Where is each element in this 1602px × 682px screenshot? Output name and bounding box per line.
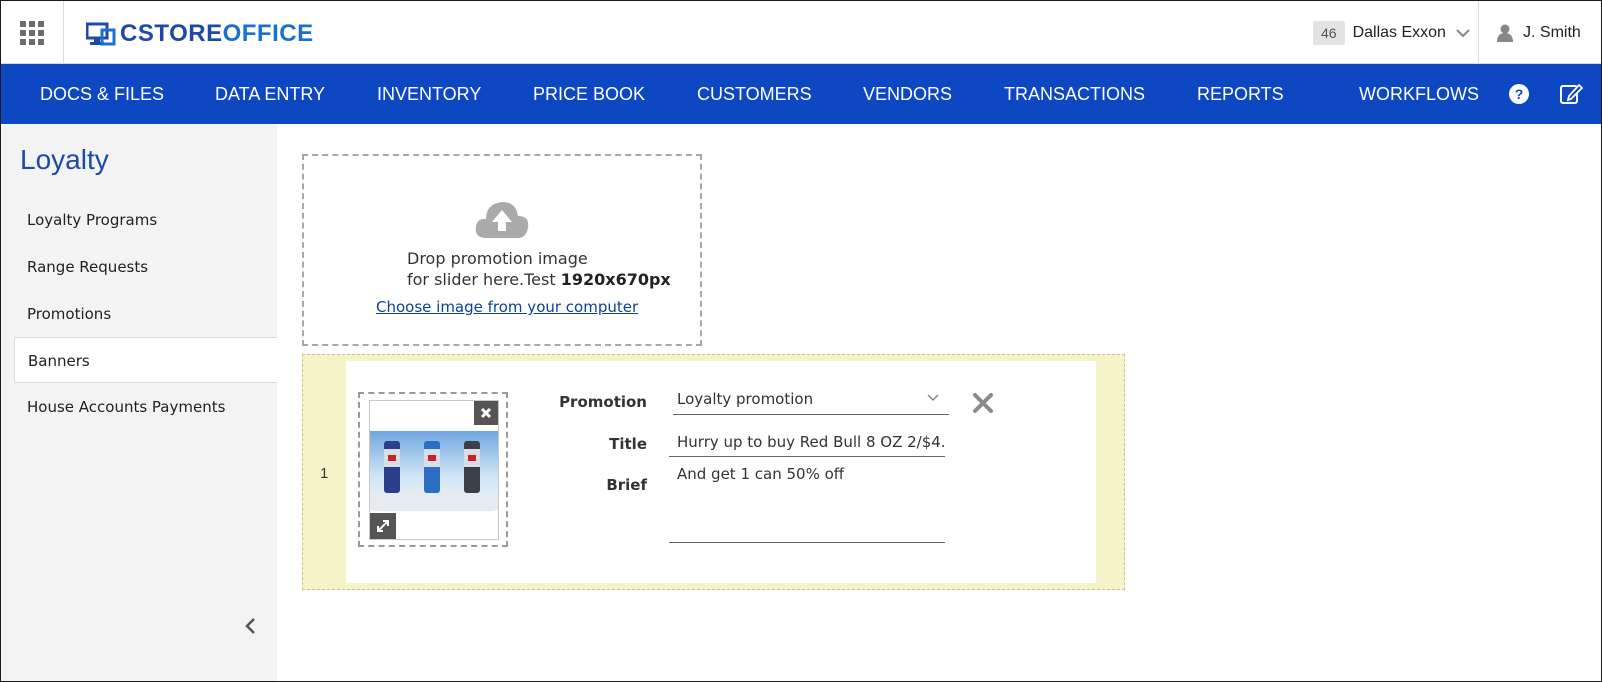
logo-monitor-icon xyxy=(86,22,116,46)
store-name: Dallas Exxon xyxy=(1352,23,1446,41)
top-bar: CSTOREOFFICE 46 Dallas Exxon J. Smith xyxy=(1,1,1601,64)
nav-price-book[interactable]: PRICE BOOK xyxy=(533,64,645,124)
cloud-upload-icon xyxy=(475,202,529,238)
banner-image-frame xyxy=(358,392,508,547)
drop-text-line1: Drop promotion image xyxy=(407,249,588,268)
expand-image-button[interactable] xyxy=(370,513,396,539)
store-selector[interactable]: 46 Dallas Exxon xyxy=(1313,1,1470,64)
store-number-badge: 46 xyxy=(1313,20,1345,45)
help-icon[interactable]: ? xyxy=(1507,82,1531,106)
nav-reports[interactable]: REPORTS xyxy=(1197,64,1284,124)
user-name: J. Smith xyxy=(1523,23,1581,41)
promotion-select-value: Loyalty promotion xyxy=(677,390,814,408)
title-label: Title xyxy=(609,435,647,453)
drop-instructions: Drop promotion image for slider here.Tes… xyxy=(407,248,671,290)
nav-docs-files[interactable]: DOCS & FILES xyxy=(40,64,164,124)
logo-text-part2: OFFICE xyxy=(222,20,314,47)
sidebar-item-house-accounts-payments[interactable]: House Accounts Payments xyxy=(1,384,277,430)
close-icon xyxy=(480,407,492,419)
apps-menu-button[interactable] xyxy=(1,1,64,64)
user-icon xyxy=(1497,24,1513,42)
nav-customers[interactable]: CUSTOMERS xyxy=(697,64,812,124)
nav-workflows[interactable]: WORKFLOWS xyxy=(1359,64,1479,124)
logo-text-part1: CSTORE xyxy=(120,20,223,47)
sidebar-item-promotions[interactable]: Promotions xyxy=(1,291,277,337)
collapse-sidebar-icon[interactable] xyxy=(242,616,258,636)
remove-banner-icon[interactable] xyxy=(971,391,995,415)
edit-icon[interactable] xyxy=(1559,82,1583,106)
banner-image-container xyxy=(369,400,499,540)
expand-icon xyxy=(377,520,389,532)
nav-data-entry[interactable]: DATA ENTRY xyxy=(215,64,325,124)
image-drop-zone[interactable]: Drop promotion image for slider here.Tes… xyxy=(302,154,702,346)
main-nav: DOCS & FILES DATA ENTRY INVENTORY PRICE … xyxy=(1,64,1601,124)
remove-image-button[interactable] xyxy=(474,401,498,425)
chevron-down-icon xyxy=(927,394,939,402)
drop-text-line2: for slider here.Test 1920x670px xyxy=(407,269,671,290)
app-window: CSTOREOFFICE 46 Dallas Exxon J. Smith DO… xyxy=(0,0,1602,682)
header-divider xyxy=(1478,1,1479,64)
brief-textarea[interactable]: And get 1 can 50% off xyxy=(669,461,945,543)
brief-label: Brief xyxy=(606,476,647,494)
user-menu[interactable]: J. Smith xyxy=(1497,1,1581,64)
promotion-select[interactable]: Loyalty promotion xyxy=(673,385,949,415)
choose-image-link[interactable]: Choose image from your computer xyxy=(376,298,638,316)
chevron-down-icon xyxy=(1456,28,1470,37)
banner-image-graphic xyxy=(370,431,498,511)
nav-inventory[interactable]: INVENTORY xyxy=(377,64,481,124)
sidebar-title: Loyalty xyxy=(20,144,109,175)
nav-vendors[interactable]: VENDORS xyxy=(863,64,952,124)
sidebar-item-range-requests[interactable]: Range Requests xyxy=(1,244,277,290)
logo-text: CSTOREOFFICE xyxy=(120,20,314,48)
banner-image xyxy=(370,431,498,511)
sidebar: Loyalty Loyalty Programs Range Requests … xyxy=(1,124,277,681)
sidebar-item-loyalty-programs[interactable]: Loyalty Programs xyxy=(1,197,277,243)
svg-text:?: ? xyxy=(1515,86,1524,102)
drop-size-text: 1920x670px xyxy=(560,270,671,289)
app-logo[interactable]: CSTOREOFFICE xyxy=(86,20,314,48)
nav-transactions[interactable]: TRANSACTIONS xyxy=(1004,64,1145,124)
apps-grid-icon xyxy=(20,20,44,45)
promotion-label: Promotion xyxy=(559,393,647,411)
sidebar-item-banners[interactable]: Banners xyxy=(14,337,277,383)
drop-text-line2-text: for slider here.Test xyxy=(407,270,561,289)
title-input[interactable]: Hurry up to buy Red Bull 8 OZ 2/$4.22 xyxy=(669,429,945,457)
banner-card: Promotion Loyalty promotion Title Hurry … xyxy=(346,361,1096,583)
banner-row-number: 1 xyxy=(320,465,329,482)
banner-row: 1 Promotion Loyalty promotion Title Hurr… xyxy=(302,354,1125,590)
